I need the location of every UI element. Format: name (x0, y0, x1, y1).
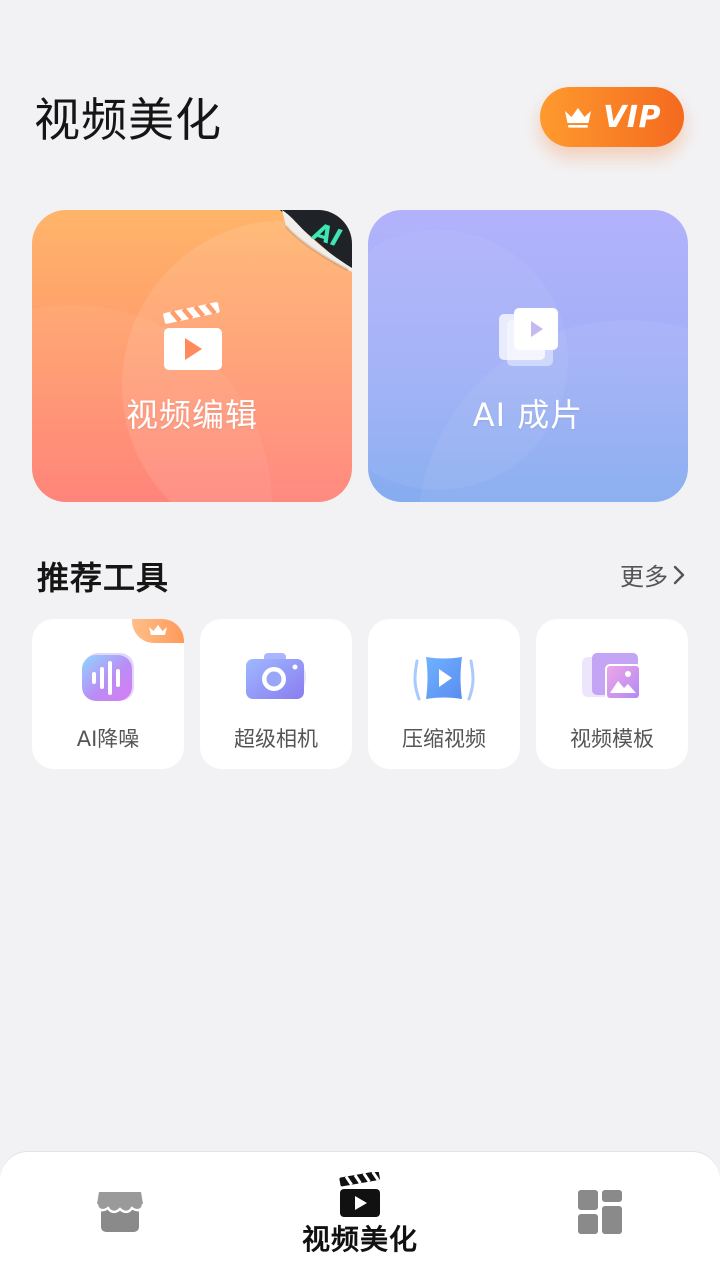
stacked-video-icon (499, 308, 558, 366)
tool-label: 压缩视频 (402, 727, 486, 751)
video-edit-label: 视频编辑 (125, 396, 258, 434)
crown-icon (149, 625, 167, 635)
vip-label: VIP (603, 99, 661, 135)
template-icon (582, 653, 641, 700)
tool-super-camera[interactable]: 超级相机 (200, 619, 352, 769)
camera-icon (246, 653, 306, 699)
apps-grid-icon (578, 1190, 622, 1234)
more-link[interactable]: 更多 (620, 557, 686, 592)
nav-item-apps[interactable] (570, 1152, 630, 1280)
video-beautify-page: 视频美化 VIP 视频编辑 AI AI 成片 推荐工具 更多 AI降噪 超级相机… (0, 0, 720, 1280)
page-title: 视频美化 (34, 93, 222, 147)
ai-film-label: AI 成片 (472, 396, 584, 434)
tool-label: 超级相机 (234, 727, 318, 751)
chevron-right-icon (673, 565, 685, 584)
audio-wave-icon (82, 653, 134, 701)
more-label: 更多 (620, 563, 668, 591)
tool-video-template[interactable]: 视频模板 (536, 619, 688, 769)
tool-label: AI降噪 (76, 727, 140, 751)
bottom-nav: 视频美化 (0, 1152, 720, 1280)
vip-button[interactable]: VIP (540, 87, 684, 147)
nav-label: 视频美化 (301, 1223, 418, 1256)
section-title: 推荐工具 (37, 559, 170, 597)
tool-compress-video[interactable]: 压缩视频 (368, 619, 520, 769)
compress-video-icon (413, 657, 475, 701)
clapperboard-icon (339, 1172, 380, 1217)
ai-film-card[interactable]: AI 成片 (368, 210, 688, 502)
video-edit-card[interactable]: 视频编辑 AI (32, 210, 352, 502)
ai-badge-icon: AI (280, 210, 352, 272)
store-icon (95, 1192, 145, 1232)
crown-icon (565, 108, 592, 128)
nav-item-video[interactable]: 视频美化 (290, 1152, 430, 1280)
nav-item-store[interactable] (90, 1152, 150, 1280)
tool-ai-denoise[interactable]: AI降噪 (32, 619, 184, 769)
clapperboard-play-icon (163, 302, 222, 370)
tool-label: 视频模板 (570, 727, 654, 751)
vip-corner-badge (132, 619, 184, 643)
tools-row: AI降噪 超级相机 压缩视频 视频模板 (32, 619, 688, 769)
